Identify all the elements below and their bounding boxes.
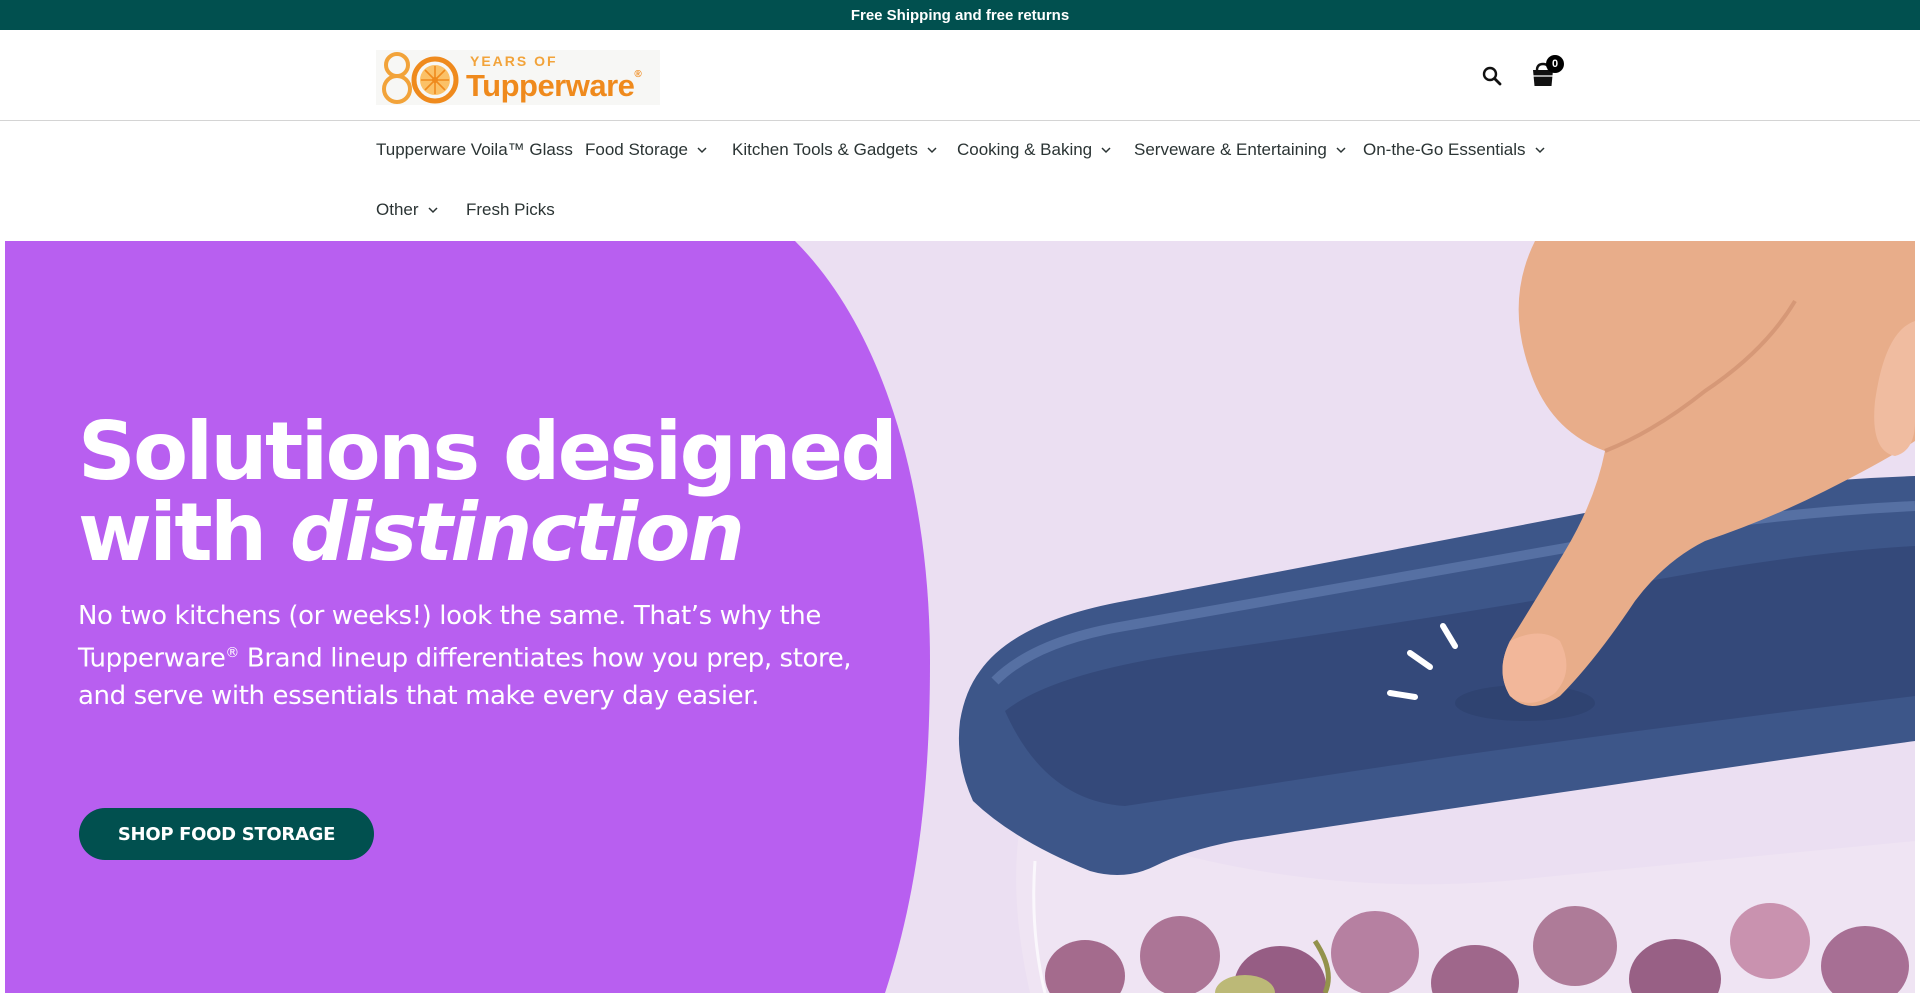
nav-item-serveware[interactable]: Serveware & Entertaining <box>1134 140 1347 160</box>
logo-years-text: YEARS OF <box>470 53 558 69</box>
chevron-down-icon <box>1534 147 1545 154</box>
nav-item-fresh-picks[interactable]: Fresh Picks <box>466 200 555 220</box>
nav-item-on-the-go[interactable]: On-the-Go Essentials <box>1363 140 1546 160</box>
chevron-down-icon <box>1101 147 1111 154</box>
nav-item-cooking-baking[interactable]: Cooking & Baking <box>957 140 1112 160</box>
80-years-logo-icon <box>382 52 459 104</box>
shop-food-storage-button[interactable]: SHOP FOOD STORAGE <box>79 808 374 860</box>
chevron-down-icon <box>1336 147 1346 154</box>
search-icon[interactable] <box>1480 64 1504 88</box>
main-navigation: Tupperware Voila™ Glass Food Storage Kit… <box>0 121 1920 241</box>
nav-item-label: Cooking & Baking <box>957 140 1093 159</box>
nav-item-label: On-the-Go Essentials <box>1363 140 1526 159</box>
chevron-down-icon <box>697 147 707 154</box>
hero-subtitle: No two kitchens (or weeks!) look the sam… <box>78 601 852 711</box>
nav-item-label: Serveware & Entertaining <box>1134 140 1327 159</box>
hero-title: Solutions designed with distinction <box>78 405 898 579</box>
nav-item-label: Kitchen Tools & Gadgets <box>732 140 918 159</box>
site-header: YEARS OF Tupperware® 0 <box>0 30 1920 121</box>
nav-item-label: Fresh Picks <box>466 200 555 219</box>
nav-item-voila-glass[interactable]: Tupperware Voila™ Glass <box>376 140 573 160</box>
cart-count-badge: 0 <box>1546 55 1564 73</box>
chevron-down-icon <box>428 207 438 214</box>
nav-item-food-storage[interactable]: Food Storage <box>585 140 708 160</box>
announcement-text: Free Shipping and free returns <box>850 6 1070 24</box>
chevron-down-icon <box>927 147 937 154</box>
logo-brand-text: Tupperware® <box>466 68 642 103</box>
nav-item-label: Food Storage <box>585 140 689 159</box>
announcement-bar: Free Shipping and free returns <box>0 0 1920 30</box>
nav-item-label: Other <box>376 200 419 219</box>
cta-label: SHOP FOOD STORAGE <box>117 823 336 845</box>
hero-banner: Solutions designed with distinction No t… <box>5 241 1915 993</box>
hero-title-line-1: Solutions designed <box>78 405 898 498</box>
nav-item-kitchen-tools[interactable]: Kitchen Tools & Gadgets <box>732 140 938 160</box>
nav-item-other[interactable]: Other <box>376 200 439 220</box>
tupperware-logo[interactable]: YEARS OF Tupperware® <box>376 50 660 105</box>
hero-title-line-2: with distinction <box>78 486 745 579</box>
nav-item-label: Tupperware Voila™ Glass <box>376 140 573 159</box>
